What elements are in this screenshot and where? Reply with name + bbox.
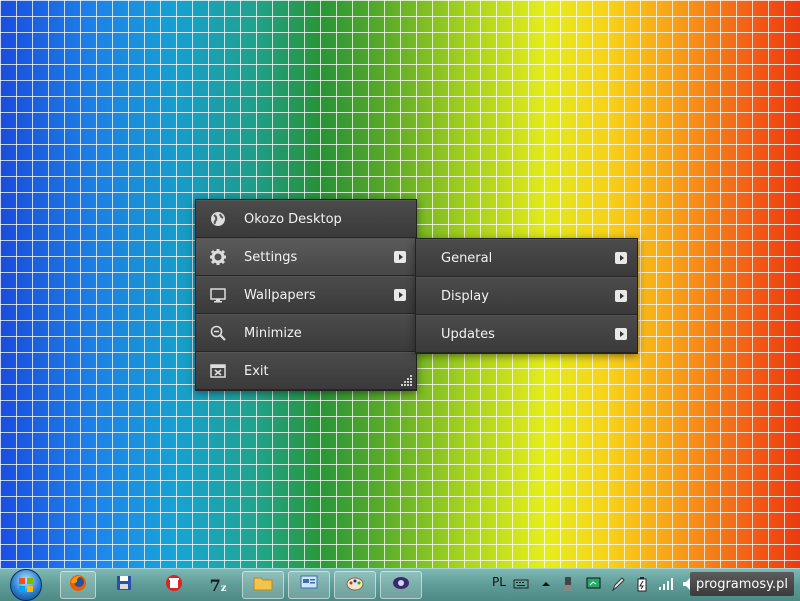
keyboard-icon[interactable] [513, 576, 529, 592]
submenu-item-display[interactable]: Display [416, 277, 637, 315]
menu-item-wallpapers[interactable]: Wallpapers [196, 276, 416, 314]
settings-submenu: General Display Updates [415, 238, 638, 354]
paint-icon [345, 574, 365, 596]
control-panel-icon [299, 574, 319, 596]
submenu-item-label: General [441, 250, 493, 266]
start-button[interactable] [6, 569, 46, 601]
show-hidden-icons[interactable] [538, 576, 554, 592]
menu-item-label: Settings [244, 249, 298, 265]
firefox-icon [68, 573, 88, 597]
monitor-status-icon[interactable] [586, 576, 602, 592]
pen-icon[interactable] [610, 576, 626, 592]
submenu-arrow-icon [394, 289, 406, 301]
menu-item-label: Okozo Desktop [244, 211, 342, 227]
monitor-icon [207, 284, 229, 306]
submenu-arrow-icon [394, 251, 406, 263]
globe-icon [207, 208, 229, 230]
submenu-arrow-icon [615, 252, 627, 264]
menu-item-exit[interactable]: Exit [196, 352, 416, 390]
submenu-item-label: Updates [441, 326, 495, 342]
menu-item-minimize[interactable]: Minimize [196, 314, 416, 352]
menu-item-settings[interactable]: Settings [196, 238, 416, 276]
watermark-logo: programosy.pl [689, 572, 794, 596]
taskbar-firefox[interactable] [60, 571, 96, 599]
language-indicator[interactable]: PL [492, 575, 506, 589]
resize-grip-icon[interactable] [399, 372, 413, 386]
menu-item-label: Wallpapers [244, 287, 316, 303]
gear-icon [207, 246, 229, 268]
submenu-item-label: Display [441, 288, 489, 304]
taskbar: 7z PL [0, 568, 800, 601]
webcam-icon [391, 574, 411, 596]
taskbar-7zip[interactable]: 7z [200, 571, 236, 599]
signal-icon[interactable] [658, 576, 674, 592]
submenu-item-general[interactable]: General [416, 239, 637, 277]
submenu-item-updates[interactable]: Updates [416, 315, 637, 353]
taskbar-save-app[interactable] [106, 571, 142, 599]
submenu-arrow-icon [615, 290, 627, 302]
okozo-context-menu: Okozo Desktop Settings Wallpapers Minimi… [195, 199, 417, 391]
explorer-folder-icon [253, 574, 273, 596]
taskbar-explorer[interactable] [242, 571, 284, 599]
windows-logo-icon [10, 569, 42, 601]
menu-item-label: Exit [244, 363, 269, 379]
menu-item-label: Minimize [244, 325, 302, 341]
usb-icon[interactable] [560, 576, 576, 592]
menu-item-okozo-desktop[interactable]: Okozo Desktop [196, 200, 416, 238]
zoom-out-icon [207, 322, 229, 344]
taskbar-webcam[interactable] [380, 571, 422, 599]
taskbar-uninstaller[interactable] [156, 571, 192, 599]
7zip-icon: 7z [209, 575, 227, 595]
save-icon [115, 574, 133, 596]
close-window-icon [207, 360, 229, 382]
taskbar-paint[interactable] [334, 571, 376, 599]
battery-icon[interactable] [634, 576, 650, 592]
uninstall-icon [165, 574, 183, 596]
submenu-arrow-icon [615, 328, 627, 340]
taskbar-control-panel[interactable] [288, 571, 330, 599]
